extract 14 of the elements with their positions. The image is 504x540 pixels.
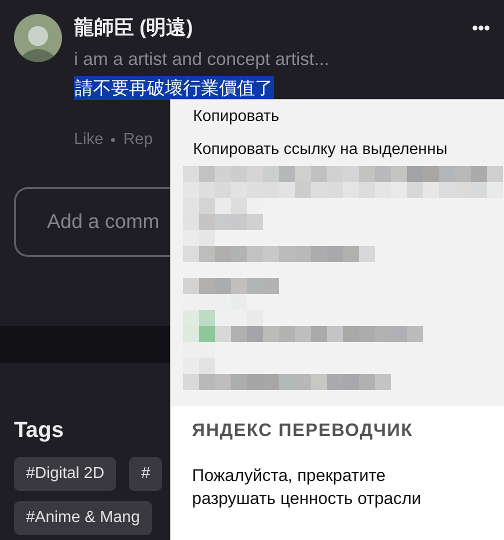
menu-item[interactable]: Копировать ссылку на выделенны (171, 133, 504, 166)
tag-chip[interactable]: #Anime & Mang (14, 501, 152, 535)
tag-chip[interactable]: #Digital 2D (14, 457, 116, 491)
avatar[interactable] (14, 14, 62, 62)
author-bio: i am a artist and concept artist... (74, 48, 330, 70)
tag-chip[interactable]: # (129, 457, 162, 491)
translation-text: Пожалуйста, прекратите разрушать ценность отрасли (192, 465, 422, 510)
translator-title: ЯНДЕКС ПЕРЕВОДЧИК (192, 420, 414, 441)
more-options-icon[interactable] (472, 25, 490, 31)
menu-item[interactable]: Копировать (171, 100, 504, 133)
separator-dot (111, 138, 116, 142)
author-name[interactable]: 龍師臣 (明遠) (74, 14, 193, 42)
tags-heading: Tags (14, 417, 65, 443)
comment-text: 請不要再破壞行業價值了 (74, 76, 274, 100)
